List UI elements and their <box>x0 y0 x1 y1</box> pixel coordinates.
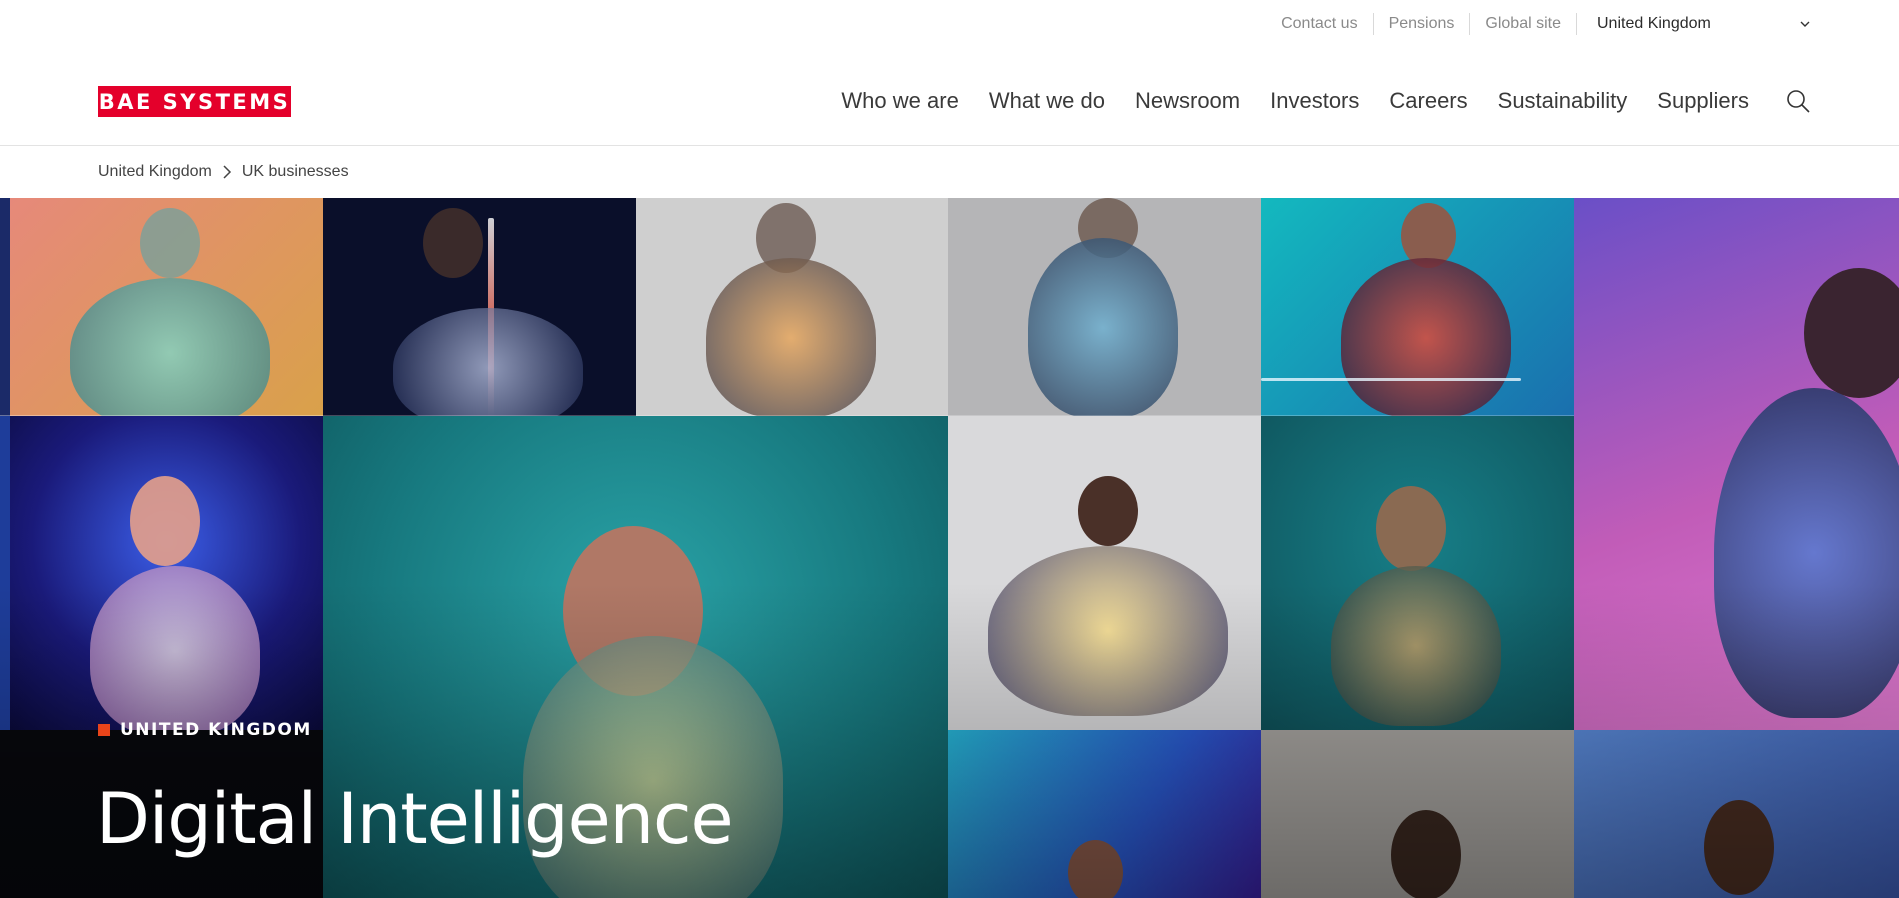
eyebrow-marker <box>98 724 110 736</box>
breadcrumb: United Kingdom UK businesses <box>98 147 349 197</box>
hero-title: Digital Intelligence <box>96 778 734 860</box>
contact-us-link[interactable]: Contact us <box>1266 13 1372 35</box>
mosaic-tile <box>948 730 1261 898</box>
mosaic-tile <box>323 198 636 416</box>
hero-eyebrow-text: UNITED KINGDOM <box>120 720 312 740</box>
mosaic-tile <box>1574 730 1899 898</box>
nav-what-we-do[interactable]: What we do <box>989 88 1105 114</box>
main-nav: Who we are What we do Newsroom Investors… <box>811 86 1749 116</box>
country-selector[interactable]: United Kingdom <box>1576 13 1811 35</box>
nav-suppliers[interactable]: Suppliers <box>1657 88 1749 114</box>
hero-banner: UNITED KINGDOM Digital Intelligence <box>0 198 1899 898</box>
nav-who-we-are[interactable]: Who we are <box>841 88 958 114</box>
mosaic-tile <box>10 416 323 730</box>
nav-careers[interactable]: Careers <box>1389 88 1467 114</box>
hero-eyebrow: UNITED KINGDOM <box>98 720 312 740</box>
mosaic-tile <box>948 198 1261 416</box>
utility-links: Contact us Pensions Global site United K… <box>1266 0 1811 48</box>
mosaic-divider <box>323 415 1574 416</box>
search-icon[interactable] <box>1785 88 1811 114</box>
mosaic-tile <box>1261 730 1574 898</box>
nav-sustainability[interactable]: Sustainability <box>1498 88 1628 114</box>
mosaic-tile <box>0 416 10 730</box>
nav-investors[interactable]: Investors <box>1270 88 1359 114</box>
country-selector-value: United Kingdom <box>1597 15 1711 32</box>
breadcrumb-united-kingdom[interactable]: United Kingdom <box>98 163 212 181</box>
pensions-link[interactable]: Pensions <box>1372 13 1470 35</box>
main-header: BAE SYSTEMS Who we are What we do Newsro… <box>0 48 1899 146</box>
mosaic-tile <box>0 198 10 416</box>
chevron-down-icon <box>1800 21 1810 27</box>
mosaic-divider <box>0 415 323 416</box>
global-site-link[interactable]: Global site <box>1469 13 1576 35</box>
mosaic-tile <box>948 416 1261 730</box>
mosaic-tile <box>1261 416 1574 730</box>
bae-systems-logo[interactable]: BAE SYSTEMS <box>98 86 291 117</box>
mosaic-tile <box>1261 198 1574 416</box>
breadcrumb-uk-businesses: UK businesses <box>241 163 349 180</box>
logo-text: BAE SYSTEMS <box>98 89 291 114</box>
chevron-right-icon <box>223 165 231 179</box>
mosaic-tile <box>636 198 948 416</box>
mosaic-tile <box>1574 198 1899 730</box>
mosaic-tile <box>10 198 323 416</box>
nav-newsroom[interactable]: Newsroom <box>1135 88 1240 114</box>
utility-bar: Contact us Pensions Global site United K… <box>0 0 1899 48</box>
